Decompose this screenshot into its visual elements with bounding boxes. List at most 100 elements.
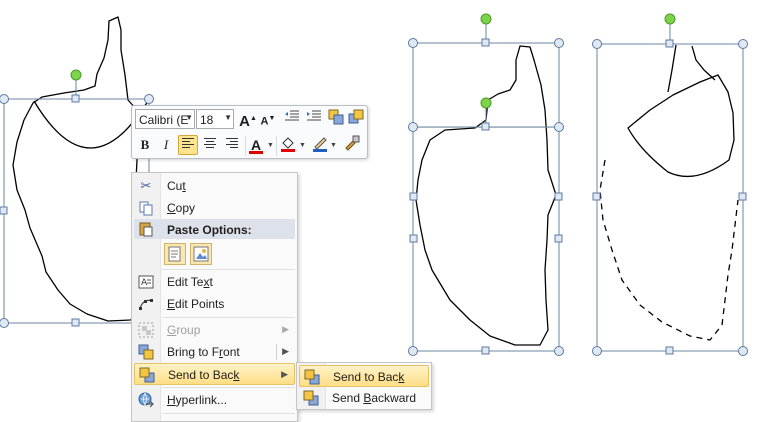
paste-options-header: Paste Options:	[134, 219, 295, 239]
freeform-shape-middle	[416, 46, 556, 345]
resize-handle	[72, 319, 79, 326]
scissors-icon: ✂	[138, 178, 154, 194]
bold-button[interactable]: B	[135, 135, 155, 155]
chevron-down-icon[interactable]: ▼	[330, 142, 337, 149]
paste-option-icon	[164, 243, 186, 265]
chevron-down-icon[interactable]: ▼	[267, 142, 274, 149]
rotation-handle	[665, 14, 675, 24]
resize-handle	[666, 40, 673, 47]
menu-item-copy[interactable]: Copy	[134, 197, 295, 219]
menu-item-edit-text[interactable]: A Edit Text	[134, 271, 295, 293]
shape-outline-button[interactable]	[310, 135, 330, 155]
font-name-value: Calibri (E	[139, 113, 188, 127]
send-backward-icon	[303, 390, 319, 406]
resize-handle	[410, 193, 417, 200]
paste-icon	[138, 221, 154, 240]
resize-handle	[739, 40, 748, 49]
submenu-arrow-icon[interactable]: ▶	[281, 369, 288, 380]
menu-item-label: Edit Points	[167, 297, 224, 311]
submenu-arrow-icon[interactable]: ▶	[282, 346, 289, 357]
context-menu: ✂ Cut Copy Paste Options: A Edit Text Ed…	[131, 172, 298, 422]
italic-button[interactable]: I	[156, 135, 176, 155]
selection-frame-right	[597, 44, 743, 351]
selection-frame-middle-outer	[413, 43, 559, 351]
grow-font-icon: A	[239, 113, 250, 130]
submenu-item-send-backward[interactable]: Send Backward	[299, 387, 429, 409]
menu-item-cut[interactable]: ✂ Cut	[134, 175, 295, 197]
paste-picture-icon	[190, 243, 212, 265]
group-icon	[138, 322, 154, 338]
resize-handle	[593, 347, 602, 356]
resize-handle	[739, 193, 746, 200]
menu-item-bring-to-front[interactable]: Bring to Front ▶	[134, 341, 295, 363]
decrease-indent-button[interactable]	[282, 109, 302, 129]
font-color-button[interactable]: A	[246, 135, 266, 155]
chevron-down-icon: ▼	[224, 113, 232, 122]
arrange-button[interactable]	[326, 109, 346, 129]
resize-handle	[555, 123, 564, 132]
align-right-button[interactable]	[222, 135, 242, 155]
increase-indent-button[interactable]	[304, 109, 324, 129]
shrink-font-button[interactable]: A▼	[258, 109, 278, 129]
bold-icon: B	[141, 137, 150, 152]
mini-toolbar: Calibri (E ▼ 18 ▼ A▲ A▼ B I A ▼	[131, 105, 368, 159]
freeform-shape-right-top	[668, 45, 715, 92]
resize-handle	[0, 95, 9, 104]
resize-handle	[409, 39, 418, 48]
menu-item-label: Cut	[167, 179, 186, 193]
font-name-combo[interactable]: Calibri (E ▼	[135, 109, 195, 129]
align-center-icon	[203, 137, 217, 149]
send-to-back-submenu: Send to Back Send Backward	[296, 362, 432, 410]
freeform-shape-left	[13, 17, 140, 321]
quick-styles-button[interactable]	[346, 109, 366, 129]
menu-item-label: Edit Text	[167, 275, 213, 289]
resize-handle	[739, 347, 748, 356]
arc-shape-right	[628, 75, 734, 176]
paint-bucket-icon	[280, 135, 296, 153]
resize-handle	[666, 347, 673, 354]
shape-fill-button[interactable]	[278, 135, 298, 155]
bring-to-front-icon	[138, 344, 154, 360]
menu-item-edit-points[interactable]: Edit Points	[134, 293, 295, 315]
rotation-handle	[481, 98, 491, 108]
svg-text:A: A	[141, 278, 148, 288]
paste-as-picture-button[interactable]	[190, 243, 212, 265]
format-painter-button[interactable]	[342, 135, 362, 155]
shrink-font-icon: A	[261, 116, 269, 128]
decrease-indent-icon	[284, 109, 300, 123]
chevron-down-icon[interactable]: ▼	[299, 142, 306, 149]
resize-handle	[72, 95, 79, 102]
menu-item-hyperlink[interactable]: Hyperlink...	[134, 389, 295, 411]
grow-font-button[interactable]: A▲	[238, 109, 258, 129]
align-center-button[interactable]	[200, 135, 220, 155]
menu-item-label: Copy	[167, 201, 195, 215]
italic-icon: I	[164, 137, 168, 152]
align-right-icon	[225, 137, 239, 149]
menu-item-label: Send to Back	[168, 368, 239, 382]
copy-icon	[138, 200, 154, 216]
resize-handle	[593, 40, 602, 49]
resize-handle	[593, 193, 600, 200]
submenu-arrow-icon: ▶	[282, 324, 289, 335]
send-to-back-icon	[139, 367, 155, 383]
resize-handle	[409, 347, 418, 356]
align-left-icon	[181, 137, 195, 149]
menu-item-send-to-back[interactable]: Send to Back ▶	[134, 363, 295, 385]
menu-item-label: Send to Back	[333, 370, 404, 384]
font-size-value: 18	[200, 113, 213, 127]
send-to-back-icon	[304, 369, 320, 385]
resize-handle	[145, 95, 154, 104]
resize-handle	[482, 347, 489, 354]
slide-canvas[interactable]	[0, 0, 760, 420]
menu-item-group[interactable]: Group ▶	[134, 319, 295, 341]
format-painter-icon	[344, 135, 360, 151]
align-left-button[interactable]	[178, 135, 198, 155]
resize-handle	[0, 207, 7, 214]
resize-handle	[555, 235, 562, 242]
paste-options-label: Paste Options:	[167, 223, 252, 237]
font-size-combo[interactable]: 18 ▼	[196, 109, 234, 129]
submenu-item-send-to-back[interactable]: Send to Back	[299, 365, 429, 387]
menu-item-label: Group	[167, 323, 200, 337]
paste-keep-formatting-button[interactable]	[164, 243, 186, 265]
resize-handle	[0, 319, 9, 328]
